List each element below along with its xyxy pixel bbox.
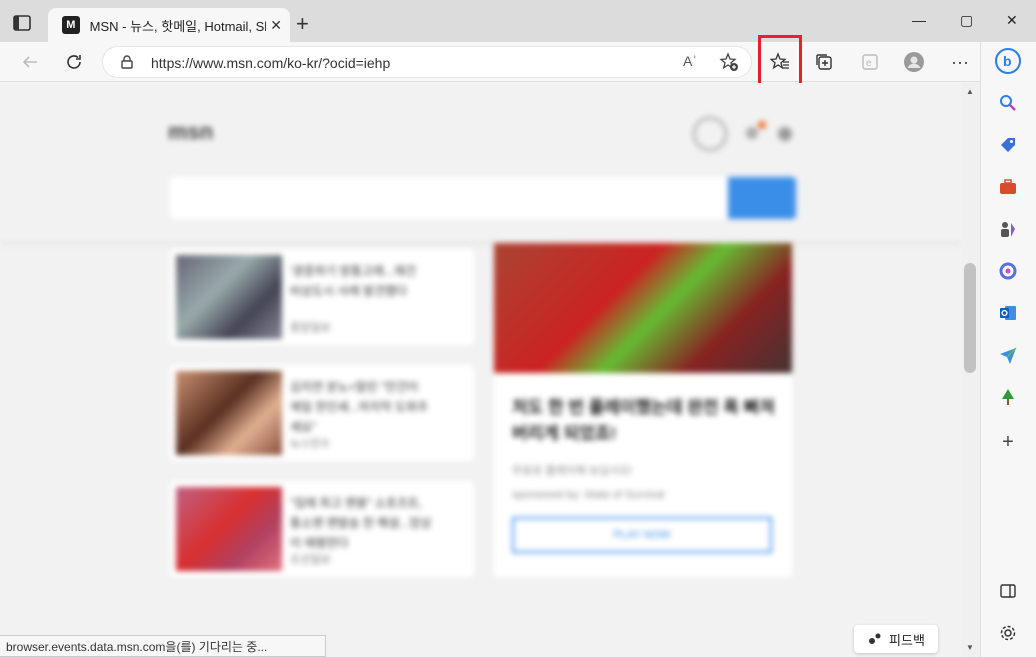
maximize-button[interactable]: ▢	[960, 12, 973, 29]
news-thumbnail	[176, 371, 282, 455]
news-thumbnail	[176, 487, 282, 571]
news-card[interactable]: "집에 최고 맨봉" 소포츠트, 통소맨 맨발송 한 해설...망상 이 애평한…	[170, 481, 474, 577]
ad-headline: 처도 한 번 플레이했는데 완전 폭 빠져버리게 되었죠!	[512, 398, 775, 443]
news-headline: "집에 최고 맨봉" 소포츠트, 통소맨 맨발송 한 해설...망상 이 애평한…	[290, 496, 432, 550]
favorites-highlight-box	[758, 35, 802, 88]
tab-close-button[interactable]: ✕	[270, 17, 282, 34]
msn-logo[interactable]: msn	[168, 119, 213, 145]
news-thumbnail	[176, 255, 282, 339]
feedback-button[interactable]: 피드백	[854, 625, 938, 653]
refresh-button[interactable]	[62, 50, 86, 74]
svg-text:b: b	[1003, 53, 1012, 69]
games-icon[interactable]	[997, 218, 1019, 240]
msn-profile-icon[interactable]	[693, 117, 727, 151]
ie-mode-button[interactable]: e	[858, 50, 882, 74]
add-sidebar-app-icon[interactable]: +	[997, 431, 1019, 453]
send-icon[interactable]	[997, 344, 1019, 366]
tab-actions-icon[interactable]	[12, 13, 32, 33]
divider	[0, 243, 962, 244]
back-arrow-icon	[22, 56, 37, 68]
shopping-tag-icon[interactable]	[997, 134, 1019, 156]
url-text[interactable]: https://www.msn.com/ko-kr/?ocid=iehp	[151, 55, 390, 71]
news-source: 뉴스민수	[290, 438, 331, 450]
title-bar: M MSN - 뉴스, 핫메일, Hotmail, Sky ✕ + — ▢ ✕	[0, 0, 1036, 42]
news-card[interactable]: 김지연 분노+말린 "안건이 제일 한인세...마지막 도와주 세요" 뉴스민수	[170, 365, 474, 461]
lock-icon	[121, 55, 133, 74]
feedback-icon	[869, 633, 881, 644]
hide-sidebar-icon[interactable]	[997, 580, 1019, 602]
back-button[interactable]	[18, 50, 42, 74]
microsoft365-icon[interactable]	[997, 260, 1019, 282]
msn-search-button[interactable]	[728, 177, 796, 219]
news-card[interactable]: '경증하기 방통고례...재건 비상도시 사례 발견했다 중앙일보	[170, 249, 474, 345]
news-source: 조선일보	[290, 554, 331, 566]
status-bar: browser.events.data.msn.com을(를) 기다리는 중..…	[0, 635, 326, 657]
ie-mode-icon: e	[862, 54, 878, 70]
read-aloud-button[interactable]: Aʾ	[683, 53, 697, 69]
scroll-thumb[interactable]	[964, 263, 976, 373]
browser-toolbar: https://www.msn.com/ko-kr/?ocid=iehp Aʾ …	[0, 42, 980, 82]
tab-title: MSN - 뉴스, 핫메일, Hotmail, Sky	[89, 18, 267, 34]
ad-image	[494, 243, 792, 373]
tree-icon[interactable]	[997, 386, 1019, 408]
ad-play-now-button[interactable]: PLAY NOW	[512, 517, 772, 553]
scroll-up-icon[interactable]: ▲	[966, 87, 974, 96]
collections-button[interactable]	[812, 50, 836, 74]
window-close-button[interactable]: ✕	[1006, 12, 1018, 29]
notification-bell-icon[interactable]	[746, 127, 758, 139]
outlook-icon[interactable]	[997, 302, 1019, 324]
page-scrollbar[interactable]: ▲ ▼	[962, 83, 980, 657]
tab-msn[interactable]: M MSN - 뉴스, 핫메일, Hotmail, Sky ✕	[48, 8, 290, 42]
profile-button[interactable]	[902, 50, 926, 74]
page-content: msn '경증하기 방통고례...재건 비상도시 사례 발견했다 중앙일보 김지…	[0, 83, 962, 657]
news-headline: 김지연 분노+말린 "안건이 제일 한인세...마지막 도와주 세요"	[290, 380, 429, 434]
news-headline: '경증하기 방통고례...재건 비상도시 사례 발견했다	[290, 264, 417, 298]
edge-sidebar: b +	[980, 42, 1036, 657]
address-bar[interactable]: https://www.msn.com/ko-kr/?ocid=iehp Aʾ	[102, 46, 752, 78]
minimize-button[interactable]: —	[912, 12, 926, 28]
news-source: 중앙일보	[290, 322, 331, 334]
settings-gear-icon[interactable]	[997, 622, 1019, 644]
collections-icon	[816, 54, 832, 70]
msn-search-input[interactable]	[170, 177, 728, 219]
profile-avatar-icon	[904, 52, 924, 72]
add-favorite-icon[interactable]	[719, 52, 739, 77]
msn-settings-icon[interactable]	[778, 127, 792, 141]
msn-favicon-icon: M	[62, 16, 80, 34]
notification-badge	[758, 121, 766, 129]
refresh-icon	[67, 55, 81, 69]
more-button[interactable]: ···	[948, 50, 972, 74]
svg-text:e: e	[866, 58, 872, 69]
sponsored-ad-card[interactable]: 처도 한 번 플레이했는데 완전 폭 빠져버리게 되었죠! 무료로 플레이해 보…	[494, 243, 792, 577]
tools-briefcase-icon[interactable]	[997, 176, 1019, 198]
search-icon[interactable]	[997, 92, 1019, 114]
scroll-down-icon[interactable]: ▼	[966, 643, 974, 652]
ad-subtext: 무료로 플레이해 보십시오! sponsored by: State of Su…	[512, 465, 665, 501]
new-tab-button[interactable]: +	[296, 13, 309, 35]
bing-icon[interactable]: b	[995, 48, 1021, 74]
feedback-label: 피드백	[889, 632, 925, 648]
